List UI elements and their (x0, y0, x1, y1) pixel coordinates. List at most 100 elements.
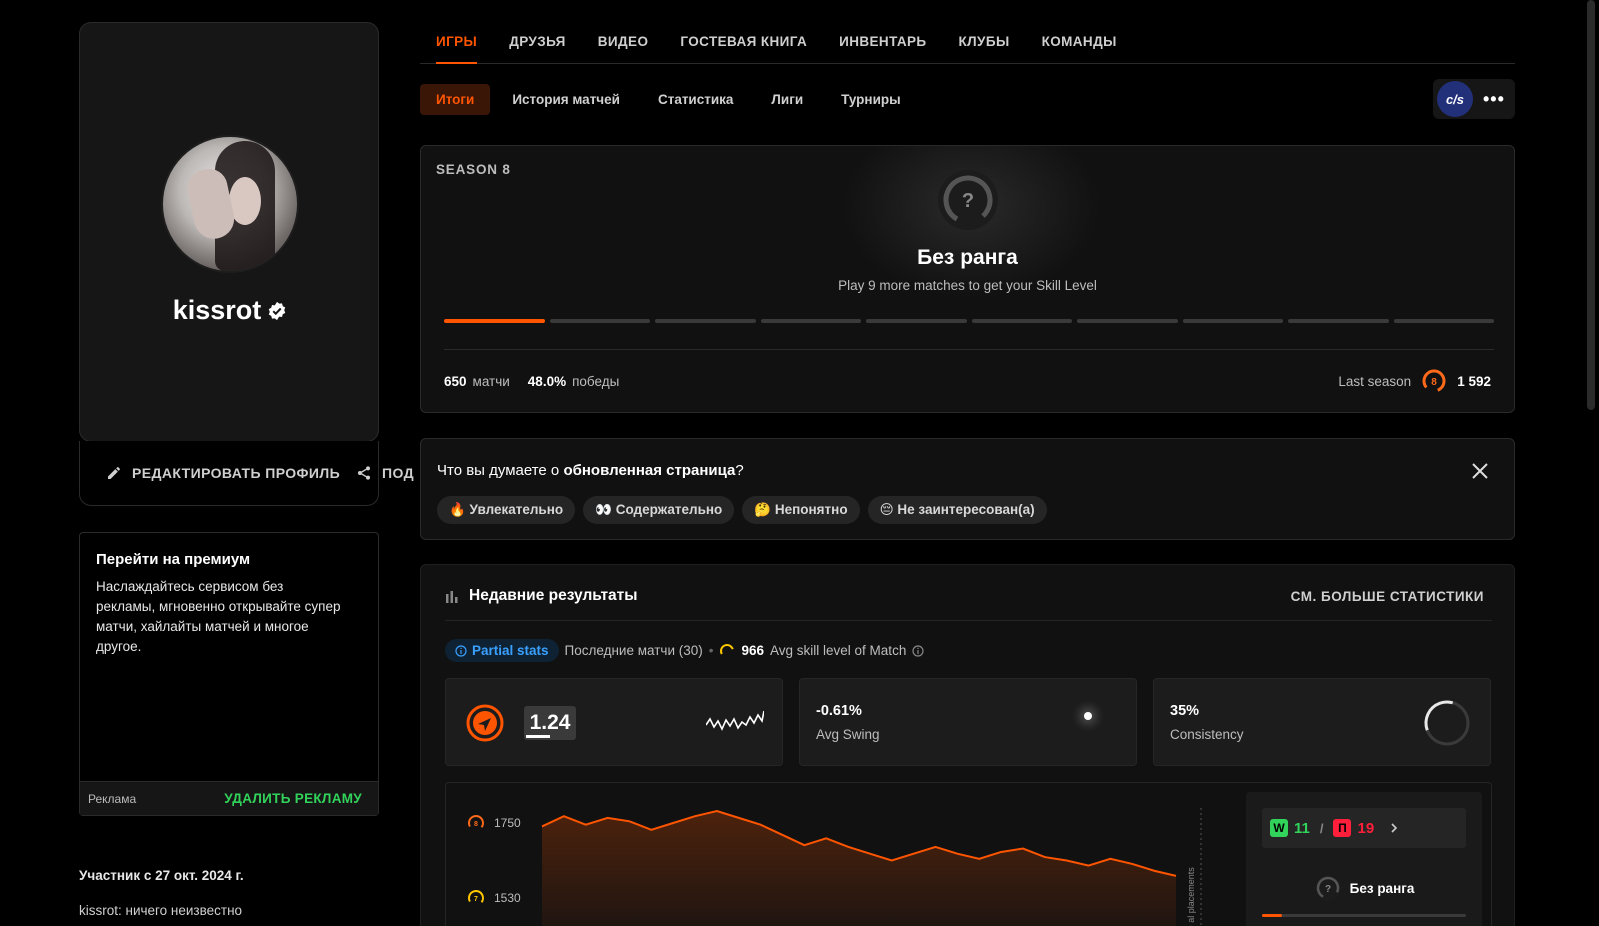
recent-matches-label: Последние матчи (30) (564, 643, 703, 658)
edit-profile-button[interactable]: РЕДАКТИРОВАТЬ ПРОФИЛЬ (106, 465, 340, 481)
svg-text:1750: 1750 (494, 816, 521, 830)
partial-stats-badge[interactable]: Partial stats (445, 639, 559, 662)
rating-icon (466, 704, 504, 742)
elo-chart-svg: 8 1750 7 1530 reset + al placements (468, 808, 1202, 926)
recent-results-card: Недавние результаты СМ. БОЛЬШЕ СТАТИСТИК… (420, 564, 1515, 926)
rating-sparkline (706, 710, 764, 731)
placement-segment (549, 319, 650, 323)
more-options-icon[interactable]: ••• (1483, 89, 1505, 110)
loss-badge: П (1333, 819, 1352, 837)
premium-title: Перейти на премиум (96, 551, 251, 568)
feedback-option-not-interested[interactable]: 😔 Не заинтересован(а) (867, 496, 1047, 524)
feedback-options: 🔥 Увлекательно 👀 Содержательно 🤔 Непонят… (437, 496, 1047, 524)
tab-friends[interactable]: ДРУЗЬЯ (493, 28, 582, 63)
placement-segment (971, 319, 1072, 323)
feedback-option-informative[interactable]: 👀 Содержательно (583, 496, 735, 524)
tab-teams[interactable]: КОМАНДЫ (1026, 28, 1133, 63)
consistency-value: 35% (1170, 703, 1200, 719)
subtab-statistics[interactable]: Статистика (642, 84, 749, 115)
more-stats-link[interactable]: СМ. БОЛЬШЕ СТАТИСТИКИ (1291, 589, 1484, 604)
unranked-symbol: ? (962, 190, 974, 212)
bio-text: kissrot: ничего неизвестно (79, 903, 243, 918)
close-icon[interactable] (1470, 461, 1490, 481)
share-button[interactable]: ПОД (356, 465, 414, 481)
avg-level-label: Avg skill level of Match (770, 643, 907, 658)
premium-footer: Реклама УДАЛИТЬ РЕКЛАМУ (80, 781, 378, 815)
placement-segment (655, 319, 756, 323)
tab-games[interactable]: ИГРЫ (420, 28, 493, 64)
y-tick-1530: 7 1530 (468, 890, 521, 906)
scrollbar-thumb[interactable] (1587, 0, 1595, 410)
rank-subtitle: Play 9 more matches to get your Skill Le… (838, 278, 1097, 293)
y-tick-1750: 8 1750 (468, 815, 521, 831)
wl-rank: ? Без ранга (1246, 874, 1482, 902)
pencil-icon (108, 467, 120, 479)
svg-text:8: 8 (474, 821, 478, 828)
wl-rank-progress (1262, 914, 1466, 917)
scrollbar[interactable] (1581, 0, 1599, 926)
profile-card: kissrot (79, 22, 379, 442)
tab-guestbook[interactable]: ГОСТЕВАЯ КНИГА (664, 28, 823, 63)
rating-value-box: 1.24 (524, 706, 576, 740)
reset-annotation: reset + al placements (1186, 867, 1196, 926)
nickname: kissrot (172, 295, 262, 325)
last-season: Last season 8 1 592 (1338, 368, 1491, 394)
elo-chart: 8 1750 7 1530 reset + al placements W 11 / П… (445, 782, 1492, 926)
rank-title: Без ранга (917, 246, 1018, 269)
remove-ad-button[interactable]: УДАЛИТЬ РЕКЛАМУ (224, 791, 362, 806)
tab-videos[interactable]: ВИДЕО (582, 28, 665, 63)
season-stats: 650 матчи 48.0% победы (444, 374, 619, 389)
tab-inventory[interactable]: ИНВЕНТАРЬ (823, 28, 942, 63)
avg-swing-value: -0.61% (816, 703, 862, 719)
winrate-label: победы (572, 374, 620, 389)
info-icon (455, 644, 467, 657)
avg-swing-label: Avg Swing (816, 727, 880, 742)
consistency-label: Consistency (1170, 727, 1244, 742)
cs2-game-icon[interactable]: c/s (1437, 81, 1473, 117)
win-badge: W (1270, 819, 1288, 837)
page: kissrot РЕДАКТИРОВАТЬ ПРОФИЛЬ ПОД Перейт… (0, 0, 1599, 926)
placement-progress (444, 319, 1494, 323)
main-tabs: ИГРЫ ДРУЗЬЯ ВИДЕО ГОСТЕВАЯ КНИГА ИНВЕНТА… (420, 28, 1515, 64)
season-label: SEASON 8 (436, 162, 511, 177)
avg-level-value: 966 (741, 643, 765, 658)
feedback-option-exciting[interactable]: 🔥 Увлекательно (437, 496, 576, 524)
win-loss-row[interactable]: W 11 / П 19 (1262, 808, 1466, 848)
feedback-question: Что вы думаете о обновленная страница? (437, 462, 744, 479)
avg-swing-kpi[interactable]: -0.61% Avg Swing (799, 678, 1137, 766)
avatar[interactable] (161, 135, 299, 273)
wl-rank-title: Без ранга (1349, 880, 1415, 896)
level-8-icon: 8 (1422, 369, 1446, 393)
sub-tabs: Итоги История матчей Статистика Лиги Тур… (420, 83, 917, 116)
losses-count: 19 (1357, 819, 1375, 837)
recent-results-title: Недавние результаты (469, 587, 638, 604)
placement-segment (1077, 319, 1178, 323)
matches-value: 650 (444, 374, 467, 389)
feedback-card: Что вы думаете о обновленная страница? 🔥… (420, 438, 1515, 540)
svg-text:1530: 1530 (494, 891, 521, 905)
recent-results-header: Недавние результаты (445, 587, 638, 605)
consistency-kpi[interactable]: 35% Consistency (1153, 678, 1491, 766)
subtab-overview[interactable]: Итоги (420, 84, 491, 115)
subtab-match-history[interactable]: История матчей (496, 84, 636, 115)
subtab-leagues[interactable]: Лиги (755, 84, 819, 115)
tab-clubs[interactable]: КЛУБЫ (943, 28, 1026, 63)
placement-segment (1288, 319, 1389, 323)
wins-count: 11 (1294, 819, 1310, 837)
last-season-elo: 1 592 (1457, 373, 1491, 389)
feedback-option-confusing[interactable]: 🤔 Непонятно (742, 496, 860, 524)
premium-ad-card: Перейти на премиум Наслаждайтесь сервисо… (79, 532, 379, 816)
svg-text:?: ? (1325, 884, 1331, 895)
game-switcher: c/s ••• (1433, 79, 1515, 119)
placement-segment (1182, 319, 1283, 323)
edit-profile-label: РЕДАКТИРОВАТЬ ПРОФИЛЬ (132, 465, 341, 481)
info-icon[interactable] (912, 644, 924, 657)
nickname-row: kissrot (80, 295, 380, 326)
rating-value: 1.24 (529, 711, 571, 734)
ad-label: Реклама (88, 791, 137, 806)
subtab-tournaments[interactable]: Турниры (825, 84, 917, 115)
placement-segment (866, 319, 967, 323)
consistency-ring (1424, 700, 1470, 746)
level-4-icon (720, 643, 735, 658)
rating-kpi[interactable]: 1.24 (445, 678, 783, 766)
